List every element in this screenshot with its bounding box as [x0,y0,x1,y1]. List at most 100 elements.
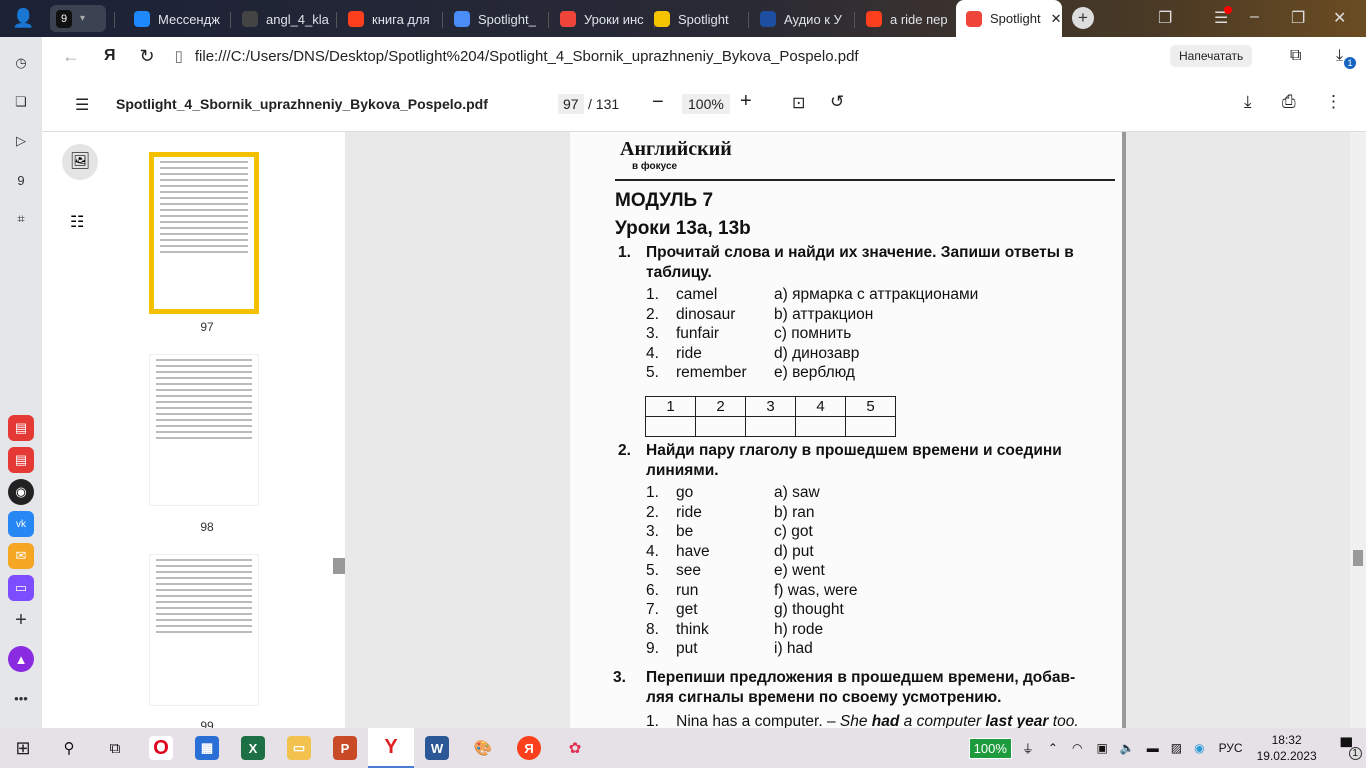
list-item: 3. funfair c) помнить [646,325,852,342]
list-item: 3. be c) got [646,523,813,540]
new-tab-button[interactable]: + [1072,7,1094,29]
pdf-icon [560,11,576,27]
more-options-icon[interactable]: ⋮ [1325,92,1342,112]
document-icon [454,11,470,27]
search-icon[interactable]: ⚲ [46,728,92,768]
battery-icon[interactable]: ▬ [1147,741,1159,755]
yandex-icon [866,11,882,27]
taskbar: ⊞ ⚲ ⧉ O ▦ X ▭ P Y W 🎨 Я ✿ 100% ⏚ ⌃ ◠ ▣ 🔈… [0,728,1366,768]
show-hidden-icons[interactable]: ⌃ [1048,741,1058,755]
tab-5[interactable]: Spotlight [644,5,750,33]
thumbnail-page-97[interactable] [149,152,259,314]
list-item: 1. go a) saw [646,484,820,501]
more-icon[interactable]: ••• [8,685,34,711]
excel-icon[interactable]: X [230,728,276,768]
list-item: 9. put i) had [646,640,813,657]
bookmarks-icon[interactable]: ❐ [1158,8,1172,28]
notifications-icon[interactable]: ▀ 1 [1341,739,1362,760]
yandex-logo-icon[interactable]: Я [104,47,116,65]
tab-3[interactable]: Spotlight_ [444,5,550,33]
back-icon[interactable]: ← [62,46,80,67]
table-header: 3 [745,396,796,417]
tab-8[interactable]: Spotlight ✕ [956,0,1062,37]
disc-icon[interactable]: ◉ [1194,741,1204,755]
zoom-level[interactable]: 100% [682,94,730,114]
thumbnail-scrollbar[interactable] [333,558,345,574]
paint-icon[interactable]: 🎨 [460,728,506,768]
menu-icon[interactable]: ☰ [75,95,89,115]
word-icon[interactable]: W [414,728,460,768]
vk-icon[interactable]: vk [8,511,34,537]
close-window-button[interactable]: ✕ [1333,8,1346,28]
alice-icon[interactable]: ▷ [8,128,34,154]
store-icon[interactable]: ▦ [184,728,230,768]
power-icon: ⏚ [1021,741,1034,756]
table-header: 5 [845,396,896,417]
messenger-icon[interactable]: ▭ [8,575,34,601]
thumbnail-page-98[interactable] [149,354,259,506]
language-indicator[interactable]: РУС [1219,741,1243,755]
tab-counter[interactable]: 9 ▾ [50,5,106,32]
url-field[interactable]: file:///C:/Users/DNS/Desktop/Spotlight%2… [195,48,859,65]
outline-view-icon[interactable]: ☷ [70,212,84,232]
opera-icon[interactable]: O [138,728,184,768]
history-icon[interactable]: ◷ [8,50,34,76]
tab-1[interactable]: angl_4_kla [232,5,338,33]
alice-assistant-icon[interactable]: ▲ [8,646,34,672]
list-item: 5. see e) went [646,562,825,579]
fit-page-icon[interactable]: ⊡ [792,93,805,113]
tab-4[interactable]: Уроки инс [550,5,656,33]
tab-2[interactable]: книга для [338,5,444,33]
collections-icon[interactable]: ❏ [8,89,34,115]
messenger-icon [134,11,150,27]
tab-0[interactable]: Мессендж [124,5,232,33]
volume-icon[interactable]: 🔈 [1120,741,1135,755]
reload-icon[interactable]: ↻ [140,46,155,67]
explorer-icon[interactable]: ▭ [276,728,322,768]
thumbnail-pane: 🖼 ☷ 97 98 99 [42,132,345,733]
clock[interactable]: 18:32 19.02.2023 [1257,732,1317,764]
table-header: 2 [695,396,746,417]
battery-indicator[interactable]: 100% [968,737,1012,759]
thumbnails-view-icon[interactable]: 🖼 [62,144,98,180]
tab-count-icon[interactable]: 9 [8,167,34,193]
notes-app-2-icon[interactable]: ▤ [8,447,34,473]
mail-icon[interactable]: ✉ [8,543,34,569]
yandex-browser-icon[interactable]: Y [368,728,414,768]
wifi-icon[interactable]: ◠ [1072,741,1082,755]
profile-icon[interactable]: 👤 [12,8,34,30]
download-icon[interactable]: ⤓ [1244,92,1252,112]
zoom-out-icon[interactable]: − [652,91,664,114]
yandex-icon[interactable]: Я [506,728,552,768]
print-button[interactable]: Напечатать [1170,45,1253,67]
main-scrollbar[interactable] [1350,132,1366,728]
zoom-in-icon[interactable]: + [740,90,752,113]
page-number-input[interactable]: 97 [558,94,584,114]
app-icon[interactable]: ✿ [552,728,598,768]
tab-6[interactable]: Аудио к У [750,5,856,33]
pdf-viewer: Английский в фокусе МОДУЛЬ 7 Уроки 13a, 1… [345,132,1350,728]
downloads-icon[interactable]: ⤓ 1 [1336,47,1356,69]
powerpoint-icon[interactable]: P [322,728,368,768]
music-icon[interactable]: ◉ [8,479,34,505]
menu-icon[interactable]: ☰ [1214,6,1232,28]
play-icon [654,11,670,27]
table-cell [645,416,696,437]
reader-icon[interactable]: ⧉ [1290,47,1301,65]
close-tab-icon[interactable]: ✕ [1051,11,1062,27]
print-icon[interactable]: ⎙ [1282,92,1296,112]
add-panel-icon[interactable]: + [8,607,34,633]
start-icon[interactable]: ⊞ [0,728,46,768]
thumbnail-page-99[interactable] [149,554,259,706]
screenshot-icon[interactable]: ⌗ [8,206,34,232]
task-view-icon[interactable]: ⧉ [92,728,138,768]
minimize-button[interactable]: – [1250,8,1259,26]
display-icon[interactable]: ▨ [1171,741,1182,755]
notes-app-icon[interactable]: ▤ [8,415,34,441]
restore-button[interactable]: ❐ [1291,8,1305,28]
pdf-icon [966,10,982,27]
camera-icon[interactable]: ▣ [1096,741,1107,755]
rotate-icon[interactable]: ↺ [830,92,844,112]
tab-7[interactable]: a ride пер [856,5,962,33]
list-item: 2. ride b) ran [646,503,815,521]
